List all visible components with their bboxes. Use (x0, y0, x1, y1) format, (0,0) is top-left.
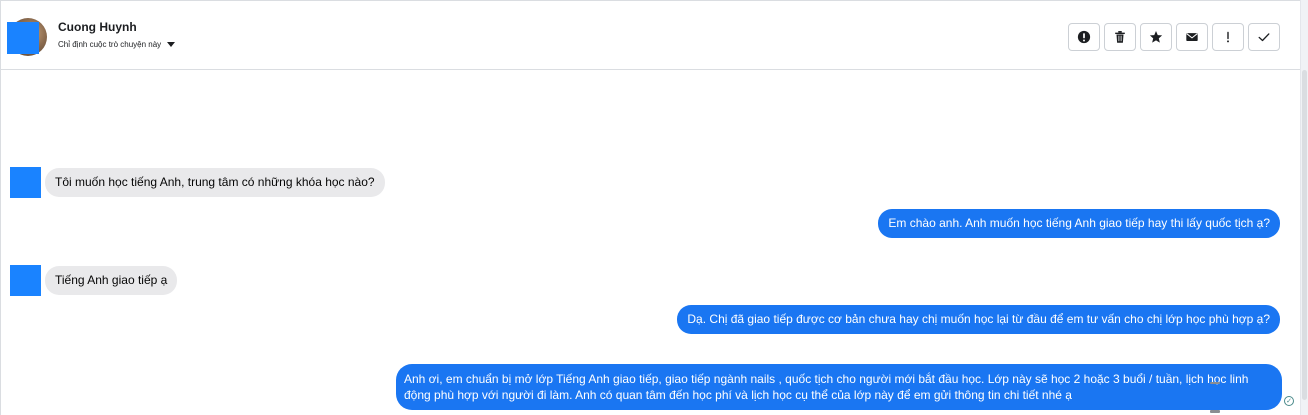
trash-icon (1115, 31, 1125, 43)
conversation-header: Cuong Huynh Chỉ định cuộc trò chuyện này (1, 0, 1300, 70)
message-row-outgoing: Anh ơi, em chuẩn bị mở lớp Tiếng Anh gia… (396, 364, 1282, 410)
message-row-incoming: Tôi muốn học tiếng Anh, trung tâm có nhữ… (10, 167, 385, 198)
sender-avatar (10, 265, 41, 296)
seen-indicator-fragment (1210, 382, 1220, 384)
mark-done-button[interactable] (1248, 23, 1280, 51)
message-bubble-outgoing[interactable]: Em chào anh. Anh muốn học tiếng Anh giao… (878, 209, 1280, 238)
assign-conversation-dropdown[interactable]: Chỉ định cuộc trò chuyện này (58, 40, 176, 49)
message-row-outgoing: Em chào anh. Anh muốn học tiếng Anh giao… (878, 209, 1280, 238)
check-icon (1258, 33, 1270, 42)
message-bubble-outgoing[interactable]: Dạ. Chị đã giao tiếp được cơ bản chưa ha… (677, 305, 1280, 334)
message-row-incoming: Tiếng Anh giao tiếp ạ (10, 265, 178, 296)
caret-down-icon (167, 42, 176, 47)
alert-circle-icon (1077, 30, 1091, 44)
mark-spam-button[interactable] (1068, 23, 1100, 51)
conversation-panel: Cuong Huynh Chỉ định cuộc trò chuyện này (0, 0, 1308, 415)
message-bubble-outgoing[interactable]: Anh ơi, em chuẩn bị mở lớp Tiếng Anh gia… (396, 364, 1282, 410)
seen-indicator-fragment (1210, 410, 1220, 413)
contact-avatar[interactable] (7, 18, 47, 56)
exclamation-icon (1227, 31, 1229, 43)
follow-up-button[interactable] (1212, 23, 1244, 51)
scrollbar[interactable] (1300, 0, 1308, 415)
contact-name[interactable]: Cuong Huynh (58, 20, 137, 34)
seen-status-icon: ✓ (1284, 396, 1294, 406)
avatar-redaction (7, 22, 39, 54)
conversation-toolbar (1068, 23, 1280, 51)
message-bubble-incoming[interactable]: Tôi muốn học tiếng Anh, trung tâm có nhữ… (45, 168, 385, 197)
mark-unread-button[interactable] (1176, 23, 1208, 51)
delete-button[interactable] (1104, 23, 1136, 51)
star-icon (1149, 31, 1163, 43)
message-row-outgoing: Dạ. Chị đã giao tiếp được cơ bản chưa ha… (677, 305, 1280, 334)
sender-avatar (10, 167, 41, 198)
scrollbar-thumb[interactable] (1302, 70, 1307, 400)
assign-conversation-label: Chỉ định cuộc trò chuyện này (58, 40, 162, 49)
envelope-icon (1186, 33, 1198, 41)
message-bubble-incoming[interactable]: Tiếng Anh giao tiếp ạ (45, 266, 178, 295)
star-button[interactable] (1140, 23, 1172, 51)
